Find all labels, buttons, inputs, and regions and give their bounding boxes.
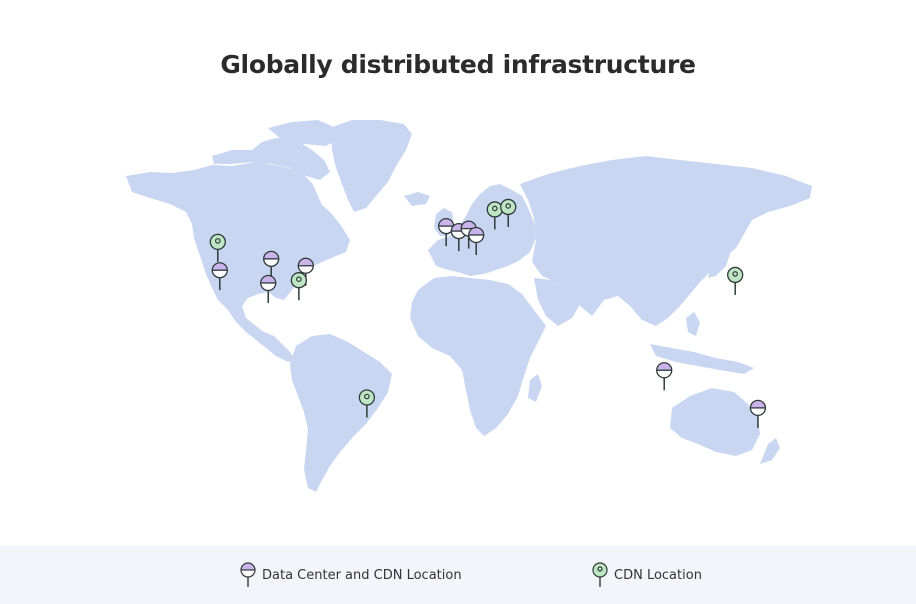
- madagascar-landmass: [528, 374, 542, 402]
- land-masses: [126, 120, 812, 492]
- africa-landmass: [410, 276, 546, 436]
- south-america-landmass: [290, 334, 392, 492]
- legend-datacenter: Data Center and CDN Location: [240, 560, 462, 590]
- greenland-landmass: [330, 120, 412, 212]
- cdn-pin-icon: [592, 562, 608, 587]
- north-america-landmass: [126, 162, 350, 362]
- iceland-landmass: [404, 192, 430, 206]
- world-map-svg: [126, 120, 812, 492]
- cdn-location-marker: [727, 266, 744, 295]
- datacenter-pin-icon: [240, 562, 256, 587]
- datacenter-location-marker: [656, 362, 673, 391]
- australia-landmass: [670, 388, 760, 456]
- legend-cdn: CDN Location: [592, 560, 702, 590]
- legend-cdn-label: CDN Location: [614, 567, 702, 583]
- world-map: [0, 0, 916, 546]
- legend-datacenter-label: Data Center and CDN Location: [262, 567, 462, 583]
- new-zealand-landmass: [760, 438, 780, 464]
- philippines-landmass: [686, 312, 700, 336]
- legend-bar: Data Center and CDN Location CDN Locatio…: [0, 546, 916, 604]
